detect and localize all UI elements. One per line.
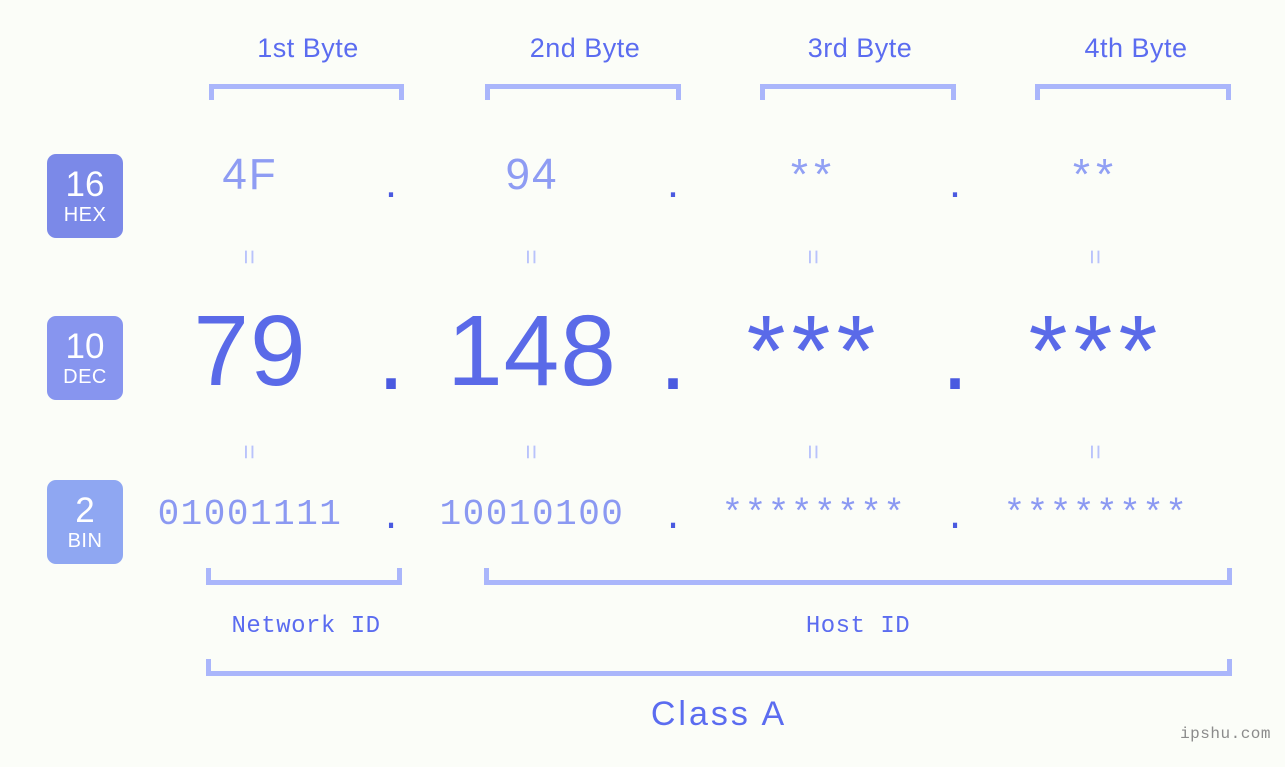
hex-byte-1: 4F [222,150,278,199]
byte-bracket-4 [1035,84,1231,100]
base-badge-hex: 16 HEX [47,154,123,238]
hex-byte-3: ** [790,150,838,199]
byte-bracket-3 [760,84,956,100]
dec-byte-1: 79 [193,295,307,407]
network-id-bracket [206,568,402,585]
ip-breakdown-diagram: 1st Byte 2nd Byte 3rd Byte 4th Byte 16 H… [0,0,1285,767]
class-label: Class A [650,695,788,733]
base-badge-dec-label: DEC [63,366,107,388]
class-bracket [206,659,1232,676]
byte-bracket-2 [485,84,681,100]
equals-icon: = [517,444,547,460]
bin-byte-3: ******** [721,494,907,535]
equals-connectors-hex-dec: = = = = [140,244,1250,271]
base-badge-bin-label: BIN [67,530,103,552]
bin-byte-1: 01001111 [157,494,343,535]
bin-byte-2: 10010100 [439,494,625,535]
hex-byte-2: 94 [505,150,559,199]
byte-header-2: 2nd Byte [529,33,641,63]
bin-separator-1: . [380,498,402,539]
dec-separator-1: . [377,299,405,411]
hex-separator-2: . [666,158,680,207]
dec-value-row: 79 . 148 . *** . *** [140,294,1250,411]
base-badge-dec: 10 DEC [47,316,123,400]
hex-separator-3: . [948,158,962,207]
byte-header-3: 3rd Byte [807,33,913,63]
equals-icon: = [517,249,547,265]
base-badge-bin: 2 BIN [47,480,123,564]
host-id-label: Host ID [805,613,911,640]
byte-header-1: 1st Byte [257,33,359,63]
hex-separator-1: . [384,158,398,207]
network-id-label: Network ID [231,613,381,640]
bin-separator-2: . [662,498,684,539]
base-badge-hex-number: 16 [65,165,105,204]
watermark: ipshu.com [1180,725,1271,743]
base-badge-hex-label: HEX [63,204,107,226]
bin-byte-4: ******** [1003,494,1189,535]
equals-connectors-dec-bin: = = = = [140,439,1250,466]
equals-icon: = [235,249,265,265]
dec-separator-2: . [659,299,687,411]
byte-bracket-1 [209,84,404,100]
equals-icon: = [799,249,829,265]
base-badge-dec-number: 10 [65,327,105,366]
dec-byte-3: *** [746,295,882,407]
equals-icon: = [1081,249,1111,265]
equals-icon: = [235,444,265,460]
dec-byte-4: *** [1028,295,1164,407]
dec-byte-2: 148 [447,295,617,407]
equals-icon: = [1081,444,1111,460]
byte-header-4: 4th Byte [1084,33,1188,63]
base-badge-bin-number: 2 [75,491,95,530]
equals-icon: = [799,444,829,460]
bin-value-row: 01001111 . 10010100 . ******** . *******… [140,494,1250,539]
bin-separator-3: . [944,498,966,539]
hex-byte-4: ** [1072,150,1120,199]
hex-value-row: 4F . 94 . ** . ** [140,150,1250,207]
dec-separator-3: . [941,299,969,411]
host-id-bracket [484,568,1232,585]
